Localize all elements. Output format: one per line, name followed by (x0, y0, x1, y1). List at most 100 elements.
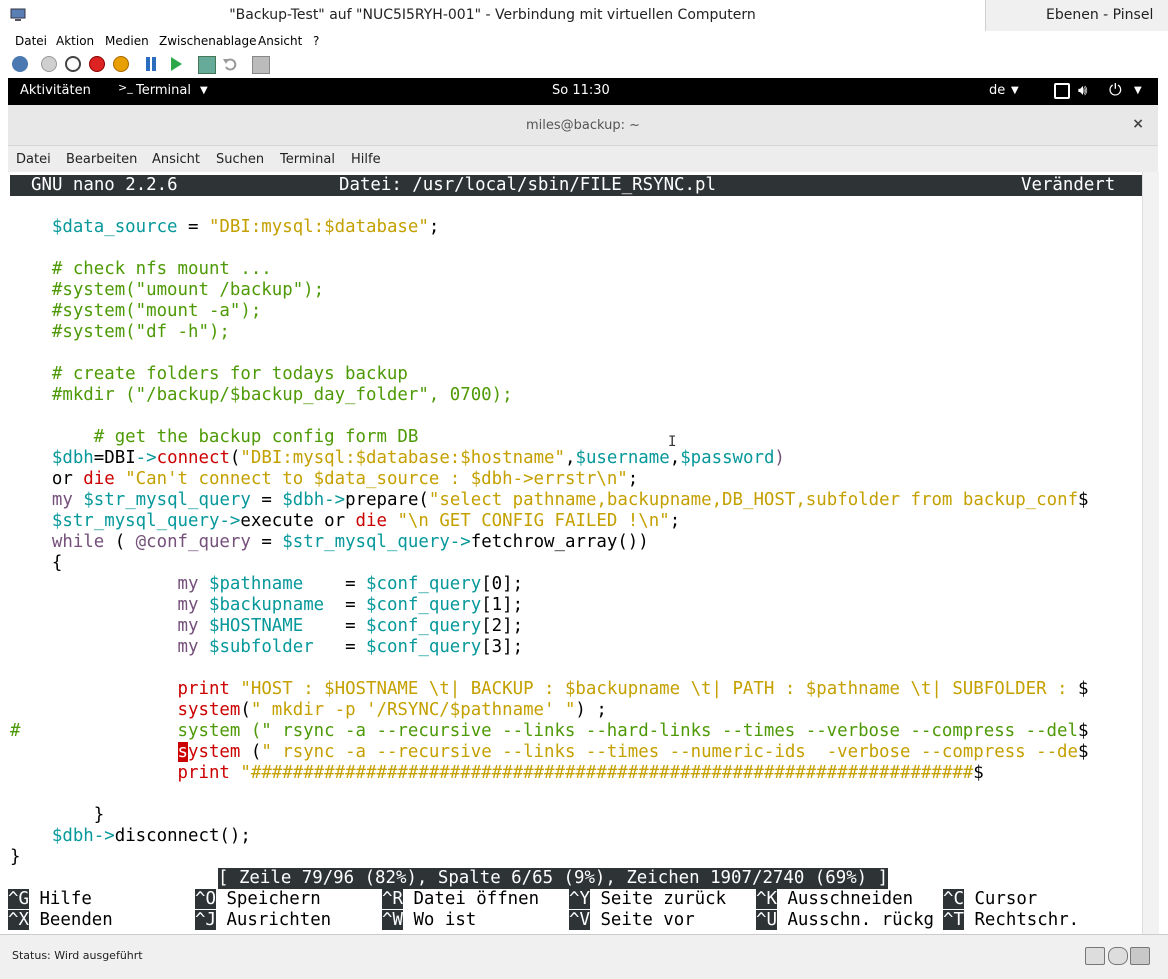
code-line[interactable]: #system("mount -a"); (10, 301, 1142, 322)
shortcut-seite-zurueck[interactable]: ^Y Seite zurück (569, 889, 726, 910)
terminal-window-title: miles@backup: ~ (525, 118, 641, 133)
shortcut-wo-ist[interactable]: ^W Wo ist (382, 910, 476, 931)
code-line[interactable]: # check nfs mount ... (10, 259, 1142, 280)
terminal-menu-ansicht[interactable]: Ansicht (152, 152, 200, 167)
window-overview-icon[interactable] (1054, 83, 1070, 99)
code-token: = (250, 490, 283, 510)
vm-menubar: Datei Aktion Medien Zwischenablage Ansic… (0, 31, 1168, 51)
save-state-icon[interactable] (113, 56, 129, 72)
code-editor[interactable]: $data_source = "DBI:mysql:$database"; # … (10, 217, 1142, 868)
code-token: $ (1078, 742, 1089, 762)
vm-menu-help[interactable]: ? (313, 34, 319, 48)
code-token: or (10, 469, 84, 489)
code-token: "#######################################… (240, 763, 974, 783)
code-line[interactable]: } (10, 805, 1142, 826)
code-line[interactable]: print "#################################… (10, 763, 1142, 784)
terminal-menu-terminal[interactable]: Terminal (280, 152, 335, 167)
terminal-scrollbar[interactable] (1142, 172, 1159, 934)
code-token: , (669, 448, 681, 468)
enhanced-session-icon[interactable] (252, 56, 270, 74)
code-line[interactable]: system(" mkdir -p '/RSYNC/$pathname' ") … (10, 700, 1142, 721)
code-line[interactable]: my $subfolder = $conf_query[3]; (10, 637, 1142, 658)
start-icon[interactable] (41, 56, 57, 72)
code-line[interactable]: my $str_mysql_query = $dbh->prepare("sel… (10, 490, 1142, 511)
code-line[interactable]: { (10, 553, 1142, 574)
keyboard-layout[interactable]: de (989, 83, 1005, 98)
code-line[interactable]: $data_source = "DBI:mysql:$database"; (10, 217, 1142, 238)
shortcut-rechtschr[interactable]: ^T Rechtschr. (943, 910, 1079, 931)
code-token: -> (449, 532, 471, 552)
vm-menu-medien[interactable]: Medien (105, 34, 149, 48)
code-line[interactable]: $str_mysql_query->execute or die "\n GET… (10, 511, 1142, 532)
code-line[interactable]: or die "Can't connect to $data_source : … (10, 469, 1142, 490)
code-token: ) ; (575, 700, 607, 720)
code-line[interactable] (10, 406, 1142, 427)
code-line[interactable] (10, 784, 1142, 805)
code-line[interactable]: $dbh->disconnect(); (10, 826, 1142, 847)
shortcut-hilfe[interactable]: ^G Hilfe (8, 889, 92, 910)
shortcut-ausrichten[interactable]: ^J Ausrichten (195, 910, 331, 931)
code-line[interactable]: # get the backup config form DB (10, 427, 1142, 448)
shortcut-speichern[interactable]: ^O Speichern (195, 889, 321, 910)
vm-window-title: "Backup-Test" auf "NUC5I5RYH-001" - Verb… (229, 7, 756, 23)
code-line[interactable]: my $HOSTNAME = $conf_query[2]; (10, 616, 1142, 637)
shortcut-label: Rechtschr. (974, 910, 1080, 930)
turn-off-icon[interactable] (65, 56, 81, 72)
code-token: #system("umount /backup"); (51, 280, 325, 300)
vm-menu-ansicht[interactable]: Ansicht (258, 34, 302, 48)
shortcut-ausschn-rueckg[interactable]: ^U Ausschn. rückg (756, 910, 934, 931)
terminal-menu-datei[interactable]: Datei (16, 152, 51, 167)
code-token: ; (627, 469, 639, 489)
code-token: $str_mysql_query (282, 532, 450, 552)
code-token: " rsync -a --recursive --links --times -… (261, 742, 1078, 762)
power-icon[interactable]: ⏻ (1109, 80, 1122, 100)
code-line[interactable]: # create folders for todays backup (10, 364, 1142, 385)
shortcut-ausschneiden[interactable]: ^K Ausschneiden (756, 889, 913, 910)
code-line[interactable] (10, 238, 1142, 259)
shortcut-seite-vor[interactable]: ^V Seite vor (569, 910, 695, 931)
code-line[interactable]: #system("df -h"); (10, 322, 1142, 343)
app-menu-terminal[interactable]: Terminal (136, 83, 191, 98)
code-line[interactable]: system (" rsync -a --recursive --links -… (10, 742, 1142, 763)
code-line[interactable] (10, 343, 1142, 364)
code-line[interactable]: #system("umount /backup"); (10, 280, 1142, 301)
code-line[interactable]: print "HOST : $HOSTNAME \t| BACKUP : $ba… (10, 679, 1142, 700)
terminal-menu-suchen[interactable]: Suchen (216, 152, 264, 167)
terminal-content[interactable]: GNU nano 2.2.6 Datei: /usr/local/sbin/FI… (8, 172, 1142, 934)
ctrl-alt-del-icon[interactable] (12, 56, 28, 72)
vm-menu-aktion[interactable]: Aktion (56, 34, 94, 48)
code-line[interactable] (10, 658, 1142, 679)
code-line[interactable]: # system (" rsync -a --recursive --links… (10, 721, 1142, 742)
code-line[interactable]: my $pathname = $conf_query[0]; (10, 574, 1142, 595)
nano-modified-flag: Verändert (1021, 175, 1116, 195)
background-app-titlebar[interactable]: Ebenen - Pinsel (985, 0, 1168, 31)
shortcut-datei-oeffnen[interactable]: ^R Datei öffnen (382, 889, 539, 910)
revert-icon[interactable] (222, 56, 238, 72)
clock[interactable]: So 11:30 (552, 83, 610, 98)
code-line[interactable]: while ( @conf_query = $str_mysql_query->… (10, 532, 1142, 553)
shutdown-icon[interactable] (89, 56, 105, 72)
code-line[interactable]: } (10, 847, 1142, 868)
shortcut-label: Wo ist (413, 910, 477, 930)
code-line[interactable]: my $backupname = $conf_query[1]; (10, 595, 1142, 616)
shortcut-cursor[interactable]: ^C Cursor (943, 889, 1037, 910)
volume-icon[interactable]: 🔊︎ (1078, 81, 1087, 99)
terminal-menu-hilfe[interactable]: Hilfe (351, 152, 381, 167)
vm-menu-zwischenablage[interactable]: Zwischenablage (159, 34, 256, 48)
shortcut-beenden[interactable]: ^X Beenden (8, 910, 113, 931)
code-token: = (250, 532, 283, 552)
vm-menu-datei[interactable]: Datei (15, 34, 47, 48)
code-token: $HOSTNAME (208, 616, 304, 636)
shortcut-label: Cursor (974, 889, 1038, 909)
pause-icon[interactable] (145, 56, 157, 72)
code-line[interactable]: #mkdir ("/backup/$backup_day_folder", 07… (10, 385, 1142, 406)
terminal-menu-bearbeiten[interactable]: Bearbeiten (66, 152, 137, 167)
resume-icon[interactable] (168, 56, 184, 72)
close-icon[interactable]: × (1132, 116, 1144, 132)
checkpoint-icon[interactable] (198, 56, 216, 74)
activities-button[interactable]: Aktivitäten (20, 83, 91, 98)
code-line[interactable]: $dbh=DBI->connect("DBI:mysql:$database:$… (10, 448, 1142, 469)
